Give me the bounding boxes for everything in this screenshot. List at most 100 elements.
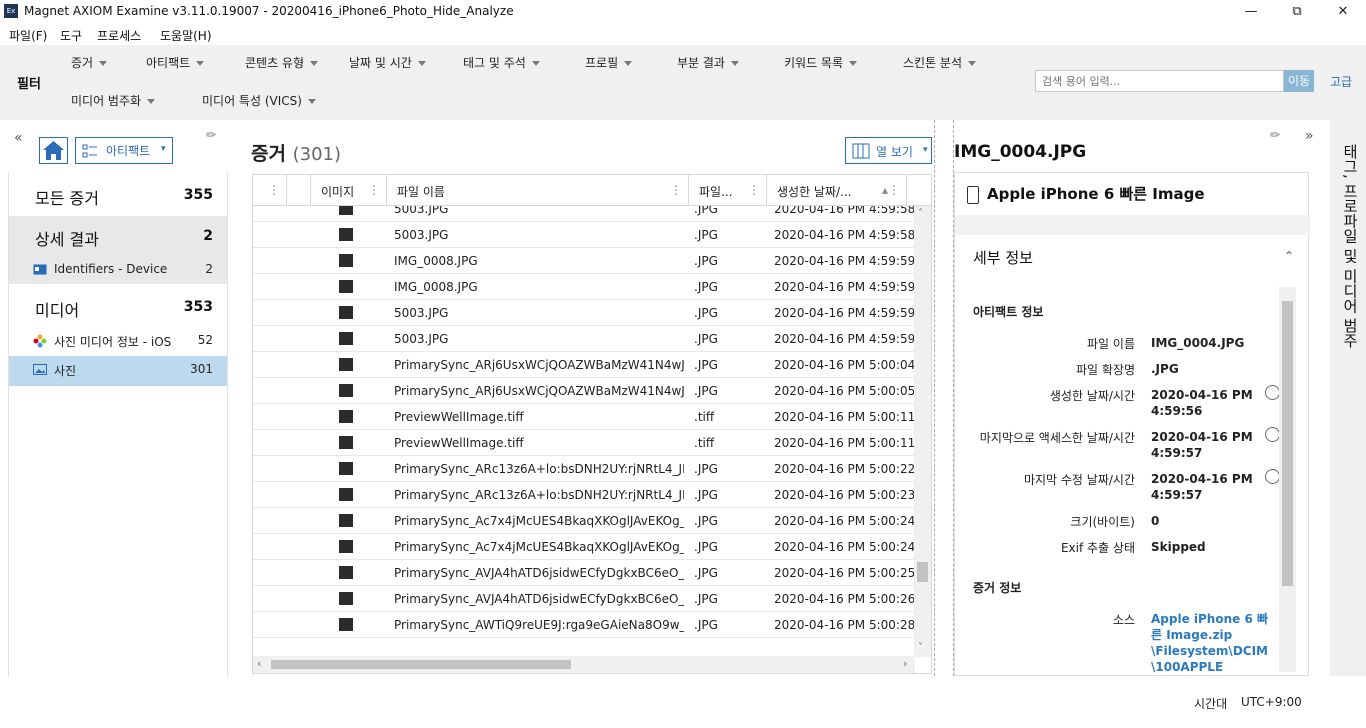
cell-file-name: PrimarySync_Ac7x4jMcUES4BkaqXKOglJAvEKOg… bbox=[394, 514, 684, 528]
tree-item-identifiers-device[interactable]: Identifiers - Device 2 bbox=[9, 256, 227, 284]
table-row[interactable]: PrimarySync_AVJA4hATD6jsidwECfyDgkxBC6eO… bbox=[253, 586, 915, 612]
clock-icon[interactable] bbox=[1265, 427, 1280, 442]
column-created-date[interactable]: 생성한 날짜/... ▴ ⋮ bbox=[767, 175, 907, 206]
collapse-left-icon[interactable]: « bbox=[14, 130, 23, 146]
search-go-button[interactable]: 이동 bbox=[1284, 70, 1314, 92]
table-row[interactable]: PrimarySync_ARj6UsxWCjQOAZWBaMzW41N4wJNX… bbox=[253, 352, 915, 378]
grid-horizontal-scrollbar[interactable]: ‹ › bbox=[253, 656, 915, 673]
cell-created-date: 2020-04-16 PM 5:00:26 bbox=[774, 592, 915, 606]
table-row[interactable]: PrimarySync_Ac7x4jMcUES4BkaqXKOglJAvEKOg… bbox=[253, 534, 915, 560]
close-button[interactable]: ✕ bbox=[1320, 0, 1366, 23]
timezone-value[interactable]: UTC+9:00 bbox=[1241, 695, 1302, 709]
table-row[interactable]: PrimarySync_ARc13z6A+lo:bsDNH2UY:rjNRtL4… bbox=[253, 456, 915, 482]
cell-file-ext: .JPG bbox=[694, 254, 718, 268]
filter-skin-tone[interactable]: 스킨톤 분석 bbox=[903, 54, 977, 71]
clock-icon[interactable] bbox=[1265, 385, 1280, 400]
scroll-down-icon[interactable]: ˅ bbox=[918, 642, 923, 653]
tree-all-evidence[interactable]: 모든 증거 355 bbox=[9, 175, 227, 215]
column-flag[interactable] bbox=[287, 175, 311, 206]
thumbnail-image bbox=[339, 228, 353, 241]
filter-profile[interactable]: 프로필 bbox=[585, 54, 633, 71]
table-row[interactable]: PreviewWellImage.tiff .tiff 2020-04-16 PM … bbox=[253, 430, 915, 456]
scroll-up-icon[interactable]: ˄ bbox=[918, 208, 923, 219]
table-row[interactable]: PrimarySync_Ac7x4jMcUES4BkaqXKOglJAvEKOg… bbox=[253, 508, 915, 534]
artifact-view-dropdown[interactable]: 아티팩트 ▾ bbox=[75, 137, 173, 164]
tree-item-photos[interactable]: 사진 301 bbox=[9, 356, 227, 386]
grid-hscroll-thumb[interactable] bbox=[271, 660, 571, 669]
cell-file-ext: .JPG bbox=[694, 228, 718, 242]
cell-file-name: 5003.JPG bbox=[394, 332, 449, 346]
cell-file-name: 5003.JPG bbox=[394, 306, 449, 320]
tree-media[interactable]: 미디어 353 bbox=[9, 287, 227, 327]
table-row[interactable]: 5003.JPG .JPG 2020-04-16 PM 4:59:58 bbox=[253, 222, 915, 248]
table-row[interactable]: PrimarySync_ARc13z6A+lo:bsDNH2UY:rjNRtL4… bbox=[253, 482, 915, 508]
table-row[interactable]: 5003.JPG .JPG 2020-04-16 PM 4:59:58 bbox=[253, 206, 915, 222]
column-file-ext[interactable]: 파일... ⋮ bbox=[689, 175, 767, 206]
home-button[interactable] bbox=[39, 137, 68, 164]
chevron-down-icon: ▾ bbox=[923, 145, 928, 155]
cell-file-name: 5003.JPG bbox=[394, 206, 449, 216]
table-row[interactable]: IMG_0008.JPG .JPG 2020-04-16 PM 4:59:59 bbox=[253, 248, 915, 274]
scroll-right-icon[interactable]: › bbox=[903, 657, 907, 670]
table-row[interactable]: PreviewWellImage.tiff .tiff 2020-04-16 PM … bbox=[253, 404, 915, 430]
table-row[interactable]: PrimarySync_AVJA4hATD6jsidwECfyDgkxBC6eO… bbox=[253, 560, 915, 586]
filter-partial-results[interactable]: 부분 결과 bbox=[677, 54, 739, 71]
filter-label: 필터 bbox=[17, 77, 41, 92]
cell-file-name: PrimarySync_Ac7x4jMcUES4BkaqXKOglJAvEKOg… bbox=[394, 540, 684, 554]
cell-created-date: 2020-04-16 PM 5:00:24 bbox=[774, 514, 915, 528]
advanced-search-link[interactable]: 고급 bbox=[1330, 73, 1352, 90]
search-input[interactable] bbox=[1035, 70, 1284, 92]
pin-icon[interactable]: ✏ bbox=[1270, 128, 1280, 142]
table-row[interactable]: PrimarySync_ARj6UsxWCjQOAZWBaMzW41N4wJNX… bbox=[253, 378, 915, 404]
filter-keyword-lists[interactable]: 키워드 목록 bbox=[784, 54, 858, 71]
restore-button[interactable]: ⧉ bbox=[1274, 0, 1320, 23]
cell-file-name: IMG_0008.JPG bbox=[394, 254, 478, 268]
details-vertical-scrollbar[interactable] bbox=[1279, 287, 1296, 672]
column-image[interactable]: 이미지 ⋮ bbox=[311, 175, 387, 206]
table-row[interactable]: IMG_0008.JPG .JPG 2020-04-16 PM 4:59:59 bbox=[253, 274, 915, 300]
grid-scroll-thumb[interactable] bbox=[917, 562, 928, 582]
filter-evidence[interactable]: 증거 bbox=[71, 54, 108, 71]
clock-icon[interactable] bbox=[1265, 469, 1280, 484]
minimize-button[interactable]: — bbox=[1228, 0, 1274, 23]
cell-file-ext: .JPG bbox=[694, 592, 718, 606]
menu-process[interactable]: 프로세스 bbox=[97, 27, 141, 44]
pin-icon[interactable]: ✏ bbox=[206, 128, 216, 142]
collapse-up-icon[interactable]: ⌃ bbox=[1284, 249, 1294, 263]
cell-file-name: IMG_0008.JPG bbox=[394, 280, 478, 294]
thumbnail-image bbox=[339, 540, 353, 553]
menu-tools[interactable]: 도구 bbox=[60, 27, 82, 44]
filter-content-type[interactable]: 콘텐츠 유형 bbox=[245, 54, 319, 71]
details-section-title: 세부 정보 bbox=[973, 249, 1033, 267]
tree-refined-results[interactable]: 상세 결과 2 bbox=[9, 216, 227, 256]
filter-media-attributes[interactable]: 미디어 특성 (VICS) bbox=[202, 92, 316, 109]
cell-created-date: 2020-04-16 PM 5:00:28 bbox=[774, 618, 915, 632]
menu-bar: 파일(F) 도구 프로세스 도움말(H) bbox=[0, 23, 1366, 45]
tree-item-photos-media-ios[interactable]: 사진 미디어 정보 - iOS 52 bbox=[9, 327, 227, 355]
cell-file-name: PrimarySync_AWTiQ9reUE9J:rga9eGAieNa8O9w… bbox=[394, 618, 684, 632]
table-row[interactable]: 5003.JPG .JPG 2020-04-16 PM 4:59:59 bbox=[253, 326, 915, 352]
menu-file[interactable]: 파일(F) bbox=[9, 27, 47, 44]
grid-vertical-scrollbar[interactable]: ˄ ˅ bbox=[914, 206, 931, 657]
scroll-left-icon[interactable]: ‹ bbox=[257, 657, 261, 670]
column-file-name[interactable]: 파일 이름 ⋮ bbox=[387, 175, 689, 206]
cell-file-name: 5003.JPG bbox=[394, 228, 449, 242]
filter-date-time[interactable]: 날짜 및 시간 bbox=[349, 54, 426, 71]
table-row[interactable]: 5003.JPG .JPG 2020-04-16 PM 4:59:59 bbox=[253, 300, 915, 326]
cell-file-ext: .JPG bbox=[694, 384, 718, 398]
details-scroll-thumb[interactable] bbox=[1282, 301, 1293, 586]
filter-media-categorization[interactable]: 미디어 범주화 bbox=[71, 92, 156, 109]
menu-help[interactable]: 도움말(H) bbox=[160, 27, 212, 44]
left-navigation-panel: « 아티팩트 ▾ ✏ 모든 증거 355 상세 결과 2 Identifiers… bbox=[0, 120, 235, 676]
column-view-button[interactable]: 열 보기 ▾ bbox=[845, 137, 932, 164]
columns-icon bbox=[852, 143, 870, 159]
source-link[interactable]: Apple iPhone 6 빠른 Image.zip \Filesystem\… bbox=[1151, 611, 1271, 675]
tags-profiles-rail[interactable]: 태그, 프로파일 및 미디어 범주 bbox=[1330, 120, 1366, 676]
column-grip[interactable]: ⋮ bbox=[253, 175, 287, 206]
table-row[interactable]: PrimarySync_AWTiQ9reUE9J:rga9eGAieNa8O9w… bbox=[253, 612, 915, 638]
filter-tags-comments[interactable]: 태그 및 주석 bbox=[463, 54, 540, 71]
cell-file-ext: .JPG bbox=[694, 488, 718, 502]
expand-right-icon[interactable]: » bbox=[1305, 128, 1314, 144]
filter-artifacts[interactable]: 아티팩트 bbox=[146, 54, 205, 71]
thumbnail-image bbox=[339, 488, 353, 501]
